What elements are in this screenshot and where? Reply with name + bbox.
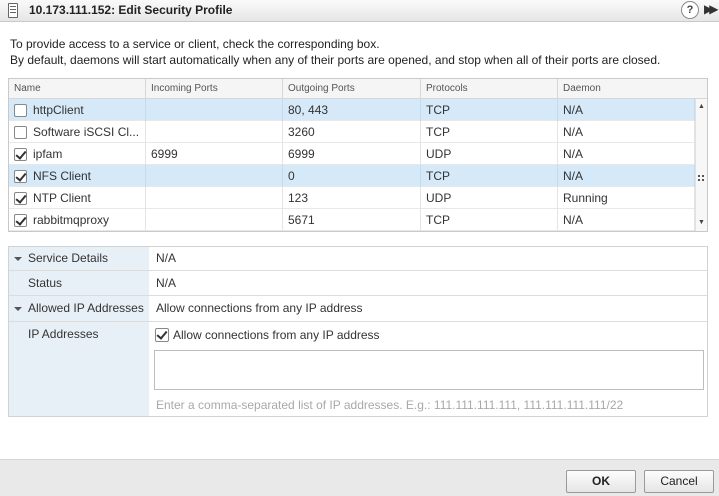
service-details-row: Service Details N/A bbox=[9, 247, 707, 271]
help-button[interactable]: ? bbox=[681, 1, 699, 19]
service-enabled-checkbox[interactable] bbox=[14, 104, 27, 117]
service-enabled-checkbox[interactable] bbox=[14, 148, 27, 161]
daemon-cell: N/A bbox=[558, 209, 695, 231]
title-bar: 10.173.111.152: Edit Security Profile ? … bbox=[0, 0, 719, 22]
ok-button[interactable]: OK bbox=[566, 470, 636, 493]
incoming-ports-cell: 6999 bbox=[146, 143, 283, 165]
daemon-cell: N/A bbox=[558, 165, 695, 187]
status-row: Status N/A bbox=[9, 271, 707, 296]
column-header-protocols[interactable]: Protocols bbox=[421, 79, 558, 99]
allow-any-ip-label[interactable]: Allow connections from any IP address bbox=[173, 328, 380, 342]
resize-grip-icon[interactable] bbox=[698, 175, 706, 183]
service-enabled-checkbox[interactable] bbox=[14, 214, 27, 227]
status-value: N/A bbox=[156, 276, 177, 290]
service-enabled-checkbox[interactable] bbox=[14, 170, 27, 183]
protocol-cell: TCP bbox=[421, 209, 558, 231]
column-header-daemon[interactable]: Daemon bbox=[558, 79, 707, 99]
expand-arrows-icon[interactable]: ▶▶ bbox=[704, 2, 719, 16]
status-label: Status bbox=[28, 276, 63, 290]
outgoing-ports-cell: 6999 bbox=[283, 143, 421, 165]
scroll-up-arrow-icon[interactable]: ▲ bbox=[696, 101, 707, 113]
service-name: rabbitmqproxy bbox=[33, 213, 110, 227]
scroll-down-arrow-icon[interactable]: ▼ bbox=[696, 217, 707, 229]
daemon-cell: N/A bbox=[558, 121, 695, 143]
protocol-cell: TCP bbox=[421, 121, 558, 143]
protocol-cell: TCP bbox=[421, 165, 558, 187]
service-enabled-checkbox[interactable] bbox=[14, 126, 27, 139]
allowed-ip-value: Allow connections from any IP address bbox=[156, 301, 363, 315]
table-row[interactable]: rabbitmqproxy 5671 TCP N/A bbox=[9, 209, 695, 231]
dialog-footer: OK Cancel bbox=[0, 459, 719, 496]
allow-any-ip-checkbox[interactable] bbox=[155, 328, 169, 342]
outgoing-ports-cell: 3260 bbox=[283, 121, 421, 143]
service-enabled-checkbox[interactable] bbox=[14, 192, 27, 205]
service-details-label[interactable]: Service Details bbox=[28, 251, 108, 265]
outgoing-ports-cell: 123 bbox=[283, 187, 421, 209]
outgoing-ports-cell: 5671 bbox=[283, 209, 421, 231]
service-details-panel: Service Details N/A Status N/A Allowed I… bbox=[8, 246, 708, 417]
allowed-ip-label[interactable]: Allowed IP Addresses bbox=[28, 301, 144, 315]
incoming-ports-cell bbox=[146, 165, 283, 187]
host-icon bbox=[8, 3, 18, 18]
protocol-cell: TCP bbox=[421, 99, 558, 121]
incoming-ports-cell bbox=[146, 99, 283, 121]
service-name: httpClient bbox=[33, 103, 84, 117]
service-name: ipfam bbox=[33, 147, 63, 161]
column-header-outgoing-ports[interactable]: Outgoing Ports bbox=[283, 79, 421, 99]
service-name-cell: NTP Client bbox=[9, 187, 146, 209]
column-header-name[interactable]: Name bbox=[9, 79, 146, 99]
ip-addresses-textarea[interactable] bbox=[154, 350, 704, 390]
outgoing-ports-cell: 80, 443 bbox=[283, 99, 421, 121]
table-header: Name Incoming Ports Outgoing Ports Proto… bbox=[9, 79, 707, 99]
table-row[interactable]: NFS Client 0 TCP N/A bbox=[9, 165, 695, 187]
ip-addresses-hint: Enter a comma-separated list of IP addre… bbox=[156, 398, 624, 412]
incoming-ports-cell bbox=[146, 187, 283, 209]
protocol-cell: UDP bbox=[421, 187, 558, 209]
dialog-title: 10.173.111.152: Edit Security Profile bbox=[29, 3, 233, 17]
service-name: NFS Client bbox=[33, 169, 92, 183]
ip-addresses-label: IP Addresses bbox=[28, 327, 99, 341]
service-name: Software iSCSI Cl... bbox=[33, 125, 140, 139]
incoming-ports-cell bbox=[146, 121, 283, 143]
service-name-cell: Software iSCSI Cl... bbox=[9, 121, 146, 143]
cancel-button[interactable]: Cancel bbox=[644, 470, 714, 493]
column-header-incoming-ports[interactable]: Incoming Ports bbox=[146, 79, 283, 99]
table-body: httpClient 80, 443 TCP N/A Software iSCSI Cl… bbox=[9, 99, 695, 231]
collapse-caret-icon[interactable] bbox=[14, 257, 22, 261]
daemon-cell: N/A bbox=[558, 99, 695, 121]
service-name-cell: ipfam bbox=[9, 143, 146, 165]
services-table: Name Incoming Ports Outgoing Ports Proto… bbox=[8, 78, 708, 232]
daemon-cell: N/A bbox=[558, 143, 695, 165]
table-scrollbar[interactable]: ▲ ▼ bbox=[695, 99, 707, 231]
daemon-cell: Running bbox=[558, 187, 695, 209]
description-line-2: By default, daemons will start automatic… bbox=[10, 53, 661, 67]
collapse-caret-icon[interactable] bbox=[14, 307, 22, 311]
table-row[interactable]: Software iSCSI Cl... 3260 TCP N/A bbox=[9, 121, 695, 143]
service-name: NTP Client bbox=[33, 191, 91, 205]
protocol-cell: UDP bbox=[421, 143, 558, 165]
service-name-cell: NFS Client bbox=[9, 165, 146, 187]
service-details-value: N/A bbox=[156, 251, 177, 265]
allowed-ip-row: Allowed IP Addresses Allow connections f… bbox=[9, 296, 707, 322]
table-row[interactable]: ipfam 6999 6999 UDP N/A bbox=[9, 143, 695, 165]
service-name-cell: rabbitmqproxy bbox=[9, 209, 146, 231]
description-line-1: To provide access to a service or client… bbox=[10, 37, 380, 51]
table-row[interactable]: httpClient 80, 443 TCP N/A bbox=[9, 99, 695, 121]
service-name-cell: httpClient bbox=[9, 99, 146, 121]
outgoing-ports-cell: 0 bbox=[283, 165, 421, 187]
table-row[interactable]: NTP Client 123 UDP Running bbox=[9, 187, 695, 209]
incoming-ports-cell bbox=[146, 209, 283, 231]
